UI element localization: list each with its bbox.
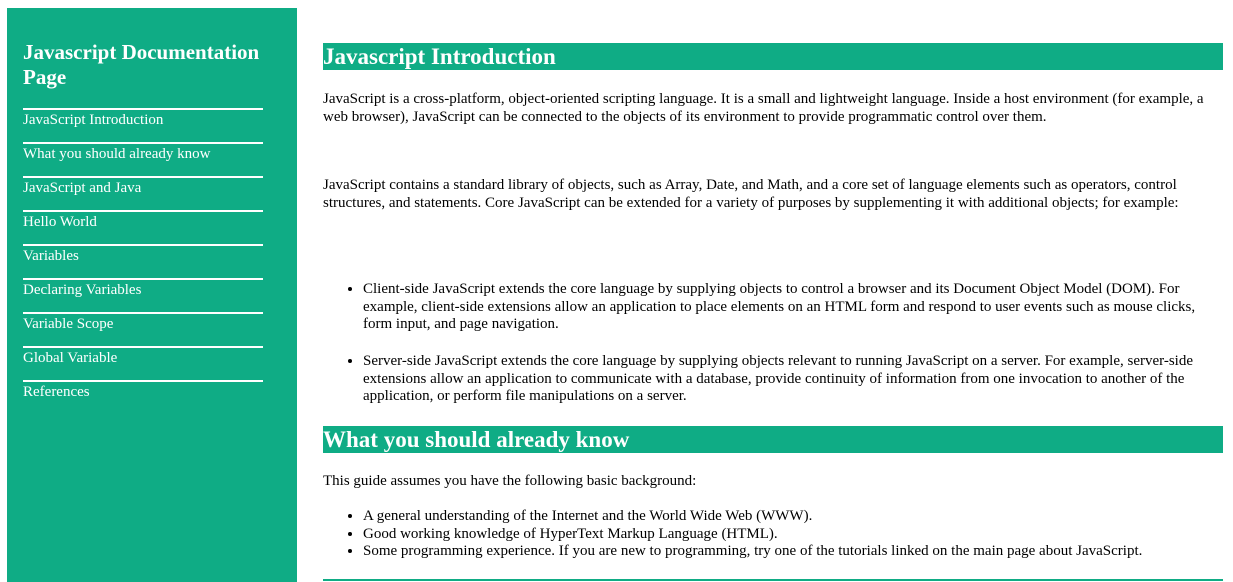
intro-paragraph-2: JavaScript contains a standard library o… xyxy=(323,177,1179,211)
nav-link-javascript-introduction[interactable]: JavaScript Introduction xyxy=(23,111,263,129)
navbar: Javascript Documentation Page JavaScript… xyxy=(7,8,297,582)
nav-link-javascript-and-java[interactable]: JavaScript and Java xyxy=(23,179,263,197)
nav-link-what-you-should-already-know[interactable]: What you should already know xyxy=(23,145,263,163)
nav-link-list: JavaScript Introduction What you should … xyxy=(23,108,263,414)
nav-link-references[interactable]: References xyxy=(23,383,263,401)
list-item-client-side: Client-side JavaScript extends the core … xyxy=(363,281,1223,334)
section-header-javascript-introduction: Javascript Introduction xyxy=(323,43,1223,70)
nav-item-variables: Variables xyxy=(23,244,263,278)
nav-item-javascript-and-java: JavaScript and Java xyxy=(23,176,263,210)
nav-item-javascript-introduction: JavaScript Introduction xyxy=(23,108,263,142)
nav-link-declaring-variables[interactable]: Declaring Variables xyxy=(23,281,263,299)
nav-link-variables[interactable]: Variables xyxy=(23,247,263,265)
list-item-programming-experience: Some programming experience. If you are … xyxy=(363,543,1223,561)
nav-item-references: References xyxy=(23,380,263,414)
nav-item-global-variable: Global Variable xyxy=(23,346,263,380)
nav-link-global-variable[interactable]: Global Variable xyxy=(23,349,263,367)
section-divider xyxy=(323,579,1223,581)
intro-paragraph-1: JavaScript is a cross-platform, object-o… xyxy=(323,91,1204,125)
section-header-what-you-should-already-know: What you should already know xyxy=(323,426,1223,453)
intro-bullet-list-2: Server-side JavaScript extends the core … xyxy=(323,353,1223,406)
main-doc: Javascript Introduction JavaScript is a … xyxy=(323,0,1223,582)
list-item-internet-understanding: A general understanding of the Internet … xyxy=(363,508,1223,526)
nav-link-variable-scope[interactable]: Variable Scope xyxy=(23,315,263,333)
nav-item-hello-world: Hello World xyxy=(23,210,263,244)
list-item-html-knowledge: Good working knowledge of HyperText Mark… xyxy=(363,526,1223,544)
intro-bullet-list: Client-side JavaScript extends the core … xyxy=(323,281,1223,334)
nav-item-what-you-should-already-know: What you should already know xyxy=(23,142,263,176)
navbar-header: Javascript Documentation Page xyxy=(23,40,260,89)
background-bullet-list: A general understanding of the Internet … xyxy=(323,508,1223,561)
list-item-server-side: Server-side JavaScript extends the core … xyxy=(363,353,1223,406)
nav-link-hello-world[interactable]: Hello World xyxy=(23,213,263,231)
nav-item-variable-scope: Variable Scope xyxy=(23,312,263,346)
nav-item-declaring-variables: Declaring Variables xyxy=(23,278,263,312)
background-paragraph: This guide assumes you have the followin… xyxy=(323,473,697,489)
